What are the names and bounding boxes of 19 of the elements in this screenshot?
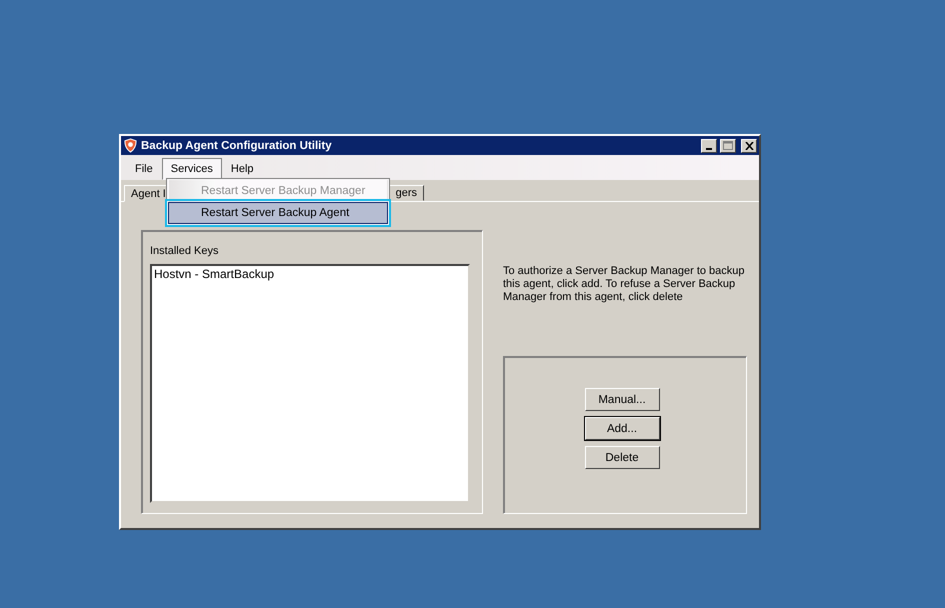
maximize-icon (723, 141, 733, 150)
push-button[interactable]: Add... (584, 417, 660, 440)
menu-option[interactable]: Restart Server Backup Agent (168, 202, 388, 224)
window-title: Backup Agent Configuration Utility (141, 140, 333, 152)
maximize-button[interactable] (720, 138, 736, 152)
minimize-button[interactable] (701, 138, 717, 152)
menu-item[interactable]: Help (222, 158, 263, 180)
close-icon (744, 142, 754, 150)
group-label: Installed Keys (150, 245, 220, 257)
push-button[interactable]: Manual... (584, 388, 660, 411)
push-button[interactable]: Delete (584, 446, 660, 469)
list-item[interactable]: Hostvn - SmartBackup (154, 267, 466, 281)
close-button[interactable] (741, 138, 757, 152)
keys-list[interactable]: Hostvn - SmartBackup (150, 264, 470, 503)
menu-item[interactable]: Services (162, 158, 222, 180)
menu-item[interactable]: File (126, 158, 162, 180)
minimize-icon (706, 148, 712, 150)
instructions-text: To authorize a Server Backup Manager to backup this agent, click add. To refuse a Server Backup Manager from this agent, click delete (503, 265, 746, 304)
shield-icon (123, 138, 138, 153)
